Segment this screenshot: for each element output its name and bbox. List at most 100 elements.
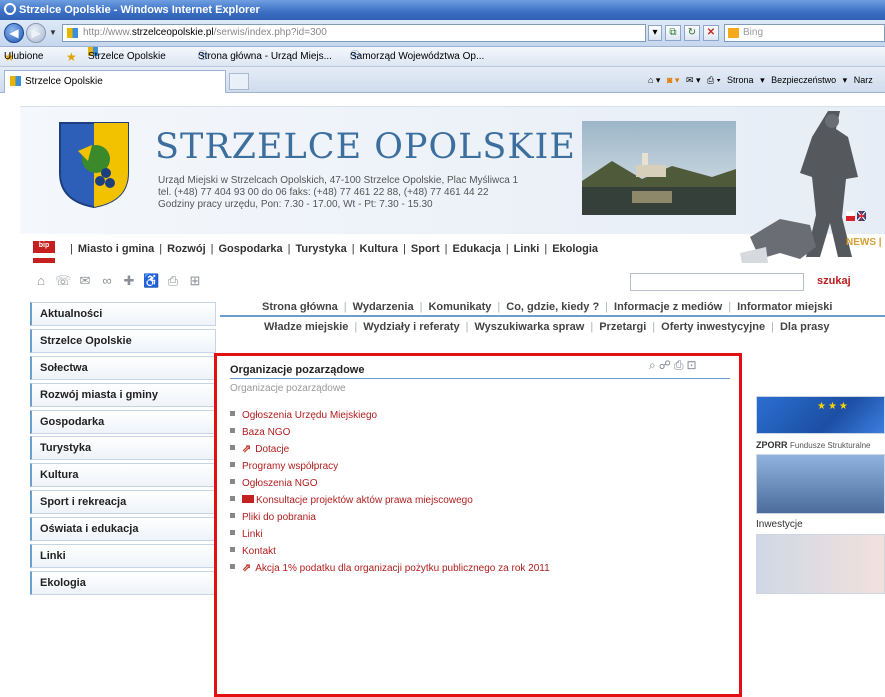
home-icon[interactable]: ⌂ ▾: [648, 75, 660, 85]
sidebar-item-strzelce-opolskie[interactable]: Strzelce Opolskie: [30, 328, 216, 353]
list-item[interactable]: Konsultacje projektów aktów prawa miejsc…: [230, 492, 550, 509]
sitemap-icon[interactable]: ⊞: [187, 274, 203, 288]
sidebar-item-kultura[interactable]: Kultura: [30, 463, 216, 488]
refresh-icon[interactable]: ↻: [684, 25, 700, 41]
home-icon[interactable]: ⌂: [33, 274, 49, 288]
subnav-item[interactable]: Komunikaty: [428, 301, 491, 313]
contact-icon[interactable]: ☏: [55, 274, 71, 288]
nav-item[interactable]: Kultura: [360, 243, 399, 255]
mail-icon[interactable]: ✉ ▾: [686, 75, 701, 85]
list-item-label[interactable]: Linki: [242, 529, 263, 540]
list-item-label[interactable]: Ogłoszenia NGO: [242, 478, 318, 489]
page-menu-label: Strona: [727, 75, 754, 85]
url-input[interactable]: http://www.strzelceopolskie.pl/serwis/in…: [62, 24, 646, 42]
subnav-item[interactable]: Wydziały i referaty: [363, 321, 459, 333]
list-item[interactable]: Pliki do pobrania: [230, 509, 550, 526]
subnav-item[interactable]: Przetargi: [599, 321, 646, 333]
bullet-icon: [230, 530, 235, 535]
list-item-label[interactable]: Pliki do pobrania: [242, 512, 316, 523]
language-flags-icon[interactable]: [846, 211, 866, 221]
mail-icon[interactable]: ✉: [77, 274, 93, 288]
list-item-label[interactable]: Akcja 1% podatku dla organizacji pożytku…: [255, 563, 549, 574]
nav-separator: |: [605, 301, 609, 313]
list-item-label[interactable]: Kontakt: [242, 546, 276, 557]
bullet-icon: [230, 445, 235, 450]
compatibility-view-icon[interactable]: ⧉: [665, 25, 681, 41]
list-item[interactable]: Programy współpracy: [230, 458, 550, 475]
page-menu[interactable]: Strona ▾: [727, 75, 765, 85]
binoculars-icon[interactable]: ∞: [99, 274, 115, 288]
stop-icon[interactable]: ✕: [703, 25, 719, 41]
tools-menu[interactable]: Narz: [854, 75, 877, 85]
investments-label[interactable]: Inwestycje: [756, 518, 885, 534]
list-item-label[interactable]: Dotacje: [255, 444, 289, 455]
nav-item[interactable]: Sport: [411, 243, 440, 255]
nav-item[interactable]: Turystyka: [296, 243, 347, 255]
share-icon[interactable]: ☍: [659, 358, 671, 372]
bip-logo[interactable]: bip: [33, 241, 55, 258]
sidebar-item-gospodarka[interactable]: Gospodarka: [30, 409, 216, 434]
sidebar-item-ekologia[interactable]: Ekologia: [30, 570, 216, 595]
nav-item[interactable]: Ekologia: [552, 243, 598, 255]
tab-strzelce-opolskie[interactable]: Strzelce Opolskie: [4, 70, 226, 93]
nav-item[interactable]: Gospodarka: [218, 243, 282, 255]
nav-item[interactable]: Edukacja: [453, 243, 501, 255]
subnav-item[interactable]: Wyszukiwarka spraw: [475, 321, 585, 333]
list-item[interactable]: ⇗ Akcja 1% podatku dla organizacji pożytk…: [230, 560, 550, 577]
right-banners: ★★★ ZPORR Fundusze Strukturalne Inwestyc…: [756, 396, 885, 598]
subnav-item[interactable]: Oferty inwestycyjne: [661, 321, 765, 333]
baby-banner[interactable]: [756, 534, 885, 594]
subnav-item[interactable]: Strona główna: [262, 301, 338, 313]
list-item[interactable]: Baza NGO: [230, 424, 550, 441]
list-item[interactable]: Kontakt: [230, 543, 550, 560]
nav-item[interactable]: Rozwój: [167, 243, 206, 255]
security-menu[interactable]: Bezpieczeństwo ▾: [771, 75, 847, 85]
list-item-label[interactable]: Baza NGO: [242, 427, 290, 438]
search-input[interactable]: Bing: [724, 24, 885, 42]
nav-item[interactable]: Linki: [514, 243, 540, 255]
sidebar-item-rozwoj[interactable]: Rozwój miasta i gminy: [30, 382, 216, 407]
new-tab-button[interactable]: [229, 73, 249, 90]
subnav-item[interactable]: Wydarzenia: [353, 301, 414, 313]
print-icon[interactable]: ⎙: [674, 358, 684, 372]
nav-item[interactable]: Miasto i gmina: [78, 243, 154, 255]
sidebar-item-solectwa[interactable]: Sołectwa: [30, 355, 216, 380]
sidebar-item-sport[interactable]: Sport i rekreacja: [30, 490, 216, 515]
list-item[interactable]: Ogłoszenia Urzędu Miejskiego: [230, 407, 550, 424]
recent-pages-dropdown-icon[interactable]: ▼: [49, 28, 57, 37]
sidebar-item-linki[interactable]: Linki: [30, 544, 216, 569]
add-favorite-icon[interactable]: ✚: [121, 274, 137, 288]
search-button[interactable]: szukaj: [817, 275, 851, 287]
back-button[interactable]: ◀: [4, 23, 24, 43]
list-item[interactable]: ⇗ Dotacje: [230, 441, 550, 458]
accessibility-icon[interactable]: ♿: [143, 274, 159, 288]
sidebar-item-aktualnosci[interactable]: Aktualności: [30, 302, 216, 326]
subnav-item[interactable]: Informator miejski: [737, 301, 832, 313]
subnav-item[interactable]: Informacje z mediów: [614, 301, 722, 313]
list-item[interactable]: Linki: [230, 526, 550, 543]
subnav-item[interactable]: Co, gdzie, kiedy ?: [506, 301, 599, 313]
forward-button[interactable]: ▶: [26, 23, 46, 43]
print-icon[interactable]: ⎙: [165, 274, 181, 288]
zporr-label[interactable]: ZPORR Fundusze Strukturalne: [756, 438, 885, 454]
investments-banner[interactable]: [756, 454, 885, 514]
ie-logo-icon: [4, 3, 16, 15]
subnav-item[interactable]: Władze miejskie: [264, 321, 348, 333]
feeds-icon[interactable]: ◙ ▾: [667, 75, 679, 85]
site-search-input[interactable]: [630, 273, 804, 291]
content-tools: ⌕ ☍ ⎙ ⊡: [649, 358, 729, 373]
list-item-label[interactable]: Programy współpracy: [242, 461, 338, 472]
news-link[interactable]: NEWS |: [846, 237, 882, 248]
list-item[interactable]: Ogłoszenia NGO: [230, 475, 550, 492]
sidebar-item-oswiata[interactable]: Oświata i edukacja: [30, 517, 216, 542]
subnav-item[interactable]: Dla prasy: [780, 321, 830, 333]
nav-separator: |: [652, 321, 656, 333]
print-icon[interactable]: ⎙ ▾: [707, 75, 720, 85]
zporr-banner[interactable]: ★★★: [756, 396, 885, 434]
zoom-icon[interactable]: ⌕: [649, 358, 656, 372]
list-item-label[interactable]: Ogłoszenia Urzędu Miejskiego: [242, 410, 377, 421]
list-item-label[interactable]: Konsultacje projektów aktów prawa miejsc…: [256, 495, 473, 506]
url-dropdown-icon[interactable]: ▾: [648, 25, 662, 41]
sidebar-item-turystyka[interactable]: Turystyka: [30, 436, 216, 461]
export-icon[interactable]: ⊡: [687, 358, 697, 372]
